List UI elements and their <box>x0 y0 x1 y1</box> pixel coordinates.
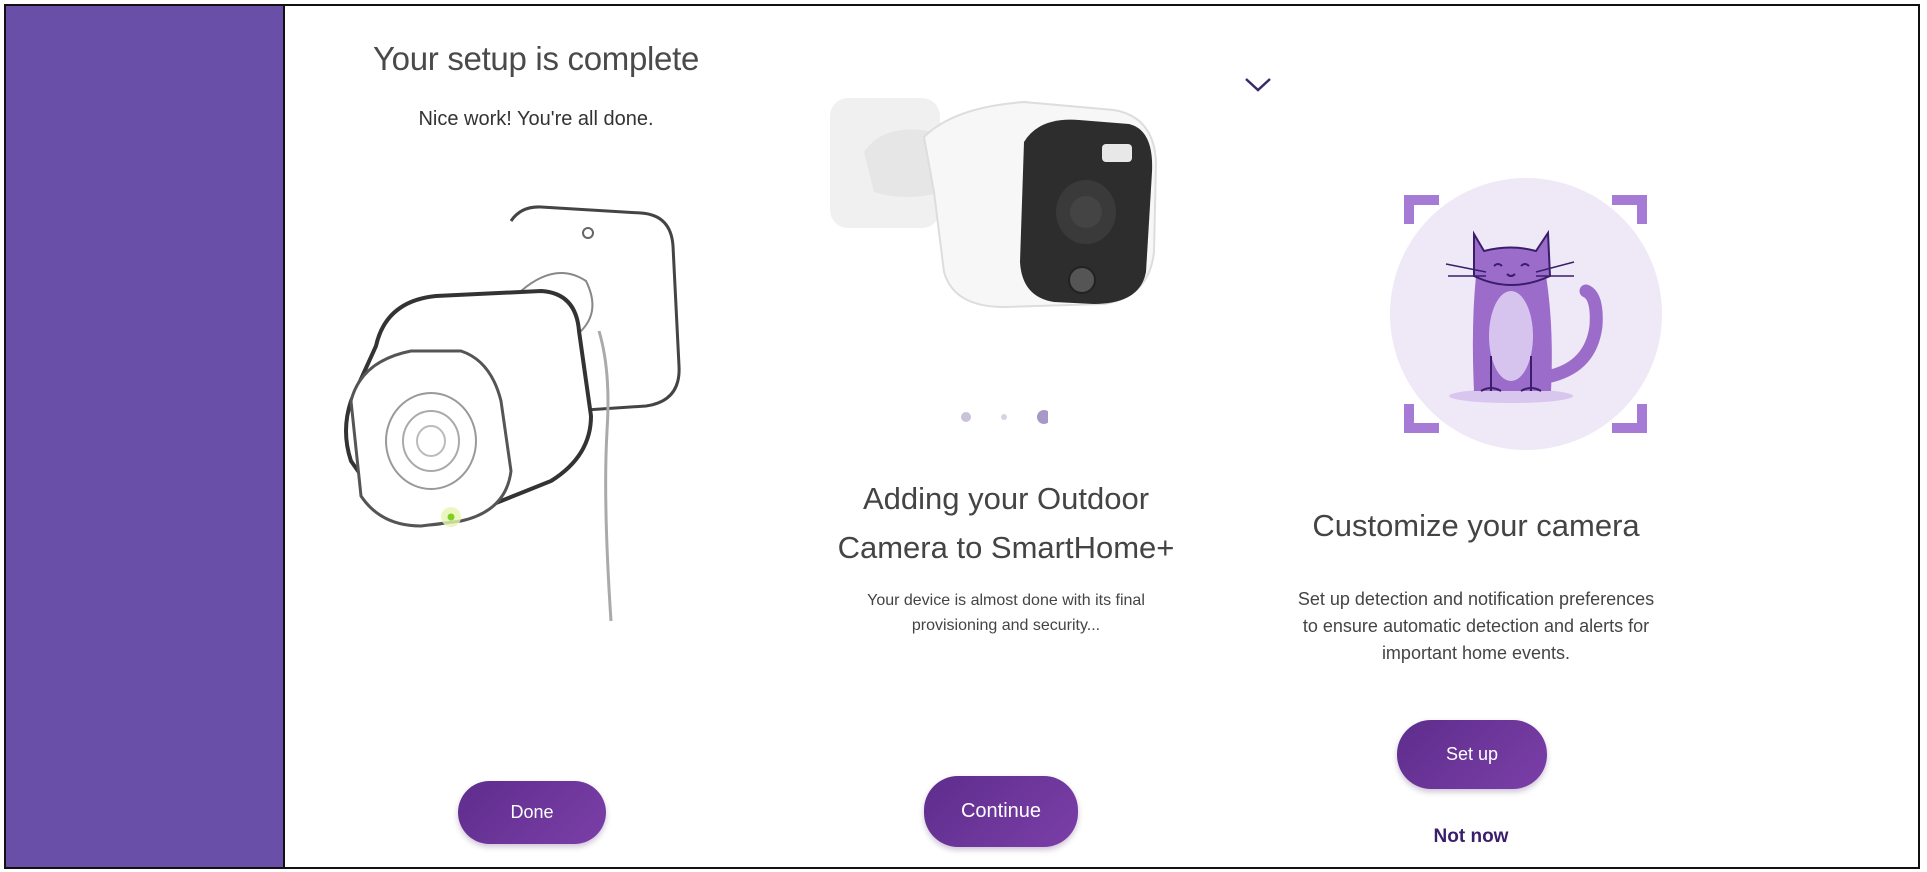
setup-button[interactable]: Set up <box>1397 720 1547 789</box>
adding-camera-title-line2: Camera to SmartHome+ <box>837 530 1175 565</box>
not-now-link[interactable]: Not now <box>1406 826 1536 848</box>
carousel-dots <box>961 410 1048 424</box>
carousel-dot-3 <box>1037 410 1048 424</box>
setup-complete-title: Your setup is complete <box>372 40 700 77</box>
sidebar <box>6 6 285 867</box>
cat-illustration <box>1390 178 1662 450</box>
customize-camera-body-line3: important home events. <box>1381 643 1571 663</box>
adding-camera-body-line2: provisioning and security... <box>911 617 1101 634</box>
customize-camera-title: Customize your camera <box>1312 508 1640 543</box>
customize-camera-body-line2: to ensure automatic detection and alerts… <box>1302 616 1650 636</box>
carousel-dot-2 <box>1001 414 1007 420</box>
customize-camera-body: Set up detection and notification prefer… <box>1256 586 1696 667</box>
adding-camera-title: Adding your Outdoor Camera to SmartHome+ <box>796 474 1216 572</box>
adding-camera-body: Your device is almost done with its fina… <box>826 588 1186 638</box>
adding-camera-title-line1: Adding your Outdoor <box>862 481 1150 516</box>
adding-camera-body-line1: Your device is almost done with its fina… <box>867 592 1145 609</box>
chevron-down-icon[interactable] <box>1243 74 1273 94</box>
setup-complete-subtitle: Nice work! You're all done. <box>418 108 654 130</box>
customize-camera-body-line1: Set up detection and notification prefer… <box>1297 589 1655 609</box>
outdoor-camera-photo <box>830 98 1158 309</box>
continue-button[interactable]: Continue <box>924 776 1078 847</box>
indoor-camera-illustration <box>344 205 681 622</box>
done-button[interactable]: Done <box>458 781 606 844</box>
app-window: Your setup is complete Nice work! You're… <box>4 4 1920 869</box>
carousel-dot-1 <box>961 412 971 422</box>
